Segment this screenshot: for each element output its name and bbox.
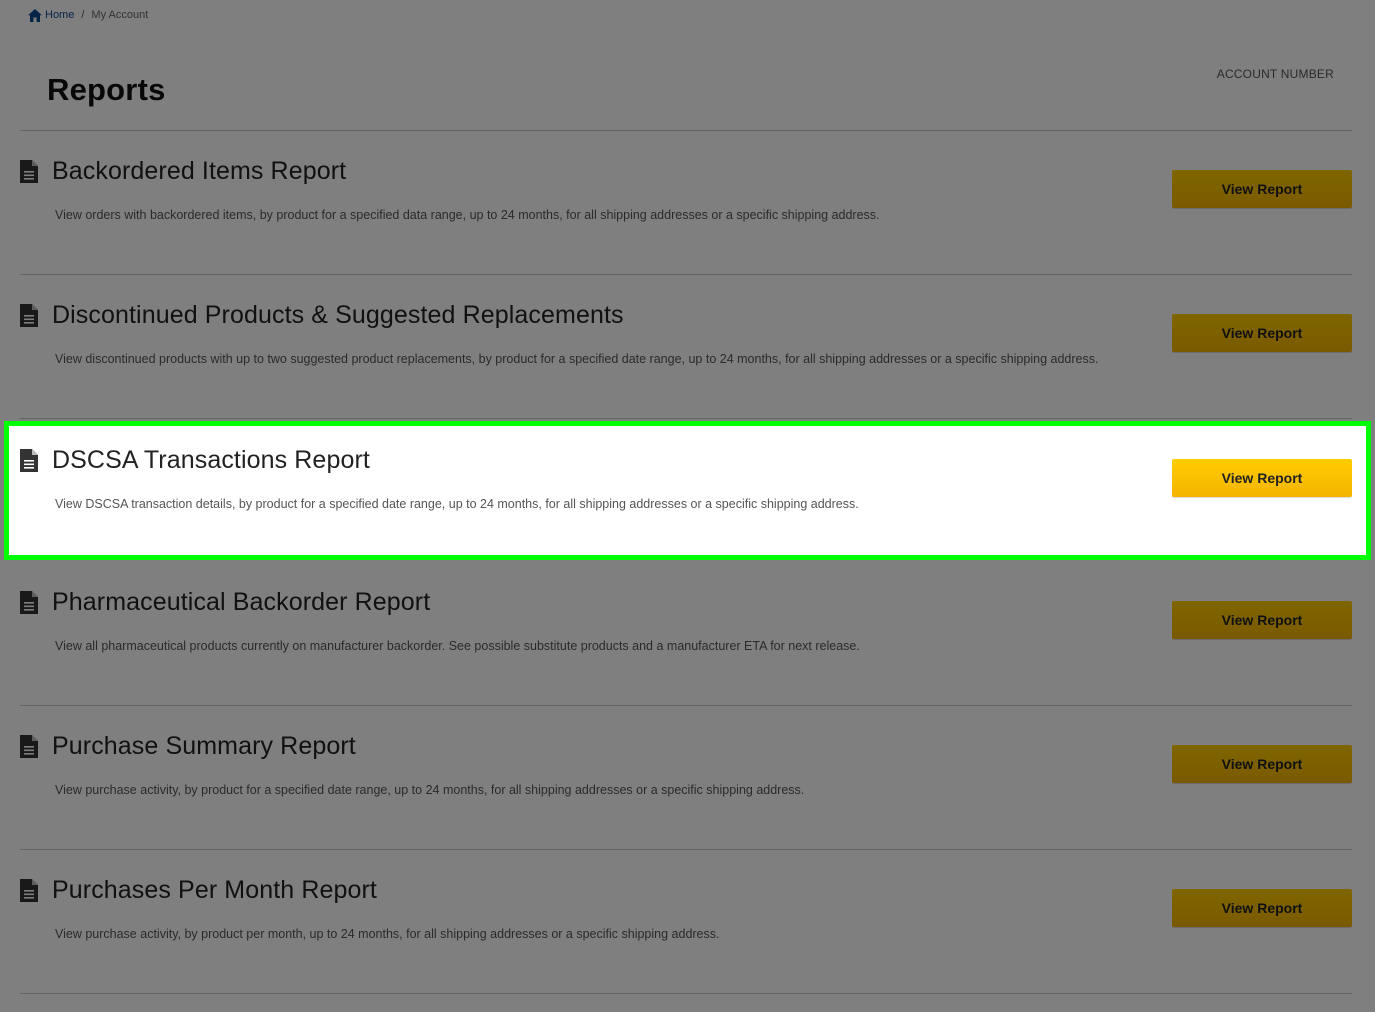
document-icon bbox=[20, 449, 38, 472]
view-report-button[interactable]: View Report bbox=[1172, 745, 1352, 783]
account-number-label: ACCOUNT NUMBER bbox=[1216, 67, 1334, 81]
document-icon bbox=[20, 160, 38, 183]
breadcrumb-current: My Account bbox=[91, 9, 149, 21]
document-icon bbox=[20, 735, 38, 758]
breadcrumb-separator: / bbox=[81, 9, 85, 21]
report-row-discontinued-products: Discontinued Products & Suggested Replac… bbox=[20, 275, 1352, 419]
report-title: Pharmaceutical Backorder Report bbox=[52, 588, 431, 616]
report-description: View all pharmaceutical products current… bbox=[55, 639, 860, 653]
document-icon bbox=[20, 879, 38, 902]
report-title: Backordered Items Report bbox=[52, 157, 347, 185]
report-title: DSCSA Transactions Report bbox=[52, 446, 370, 474]
view-report-button[interactable]: View Report bbox=[1172, 889, 1352, 927]
row-divider bbox=[20, 418, 1352, 419]
row-divider bbox=[20, 993, 1352, 994]
view-report-button[interactable]: View Report bbox=[1172, 314, 1352, 352]
report-title: Purchase Summary Report bbox=[52, 732, 356, 760]
breadcrumb-home-link[interactable]: Home bbox=[28, 8, 75, 22]
report-description: View orders with backordered items, by p… bbox=[55, 208, 880, 222]
view-report-button[interactable]: View Report bbox=[1172, 459, 1352, 497]
home-icon bbox=[28, 8, 42, 22]
report-row-backordered-items: Backordered Items Report View orders wit… bbox=[20, 131, 1352, 275]
reports-page: Home / My Account Reports ACCOUNT NUMBER… bbox=[0, 0, 1375, 1012]
highlight-box: DSCSA Transactions Report View DSCSA tra… bbox=[4, 421, 1371, 560]
report-row-pharmaceutical-backorder: Pharmaceutical Backorder Report View all… bbox=[20, 562, 1352, 706]
document-icon bbox=[20, 591, 38, 614]
breadcrumb: Home / My Account bbox=[28, 7, 148, 23]
report-title: Purchases Per Month Report bbox=[52, 876, 377, 904]
report-description: View purchase activity, by product for a… bbox=[55, 783, 805, 797]
report-title: Discontinued Products & Suggested Replac… bbox=[52, 301, 624, 329]
breadcrumb-home-label: Home bbox=[45, 9, 75, 21]
report-row-purchases-per-month: Purchases Per Month Report View purchase… bbox=[20, 850, 1352, 994]
page-title: Reports bbox=[47, 72, 166, 107]
report-description: View DSCSA transaction details, by produ… bbox=[55, 497, 859, 511]
view-report-button[interactable]: View Report bbox=[1172, 170, 1352, 208]
report-row-dscsa-transactions: DSCSA Transactions Report View DSCSA tra… bbox=[20, 420, 1352, 564]
view-report-button[interactable]: View Report bbox=[1172, 601, 1352, 639]
document-icon bbox=[20, 304, 38, 327]
report-description: View discontinued products with up to tw… bbox=[55, 352, 1099, 366]
report-row-purchase-summary: Purchase Summary Report View purchase ac… bbox=[20, 706, 1352, 850]
report-description: View purchase activity, by product per m… bbox=[55, 927, 720, 941]
